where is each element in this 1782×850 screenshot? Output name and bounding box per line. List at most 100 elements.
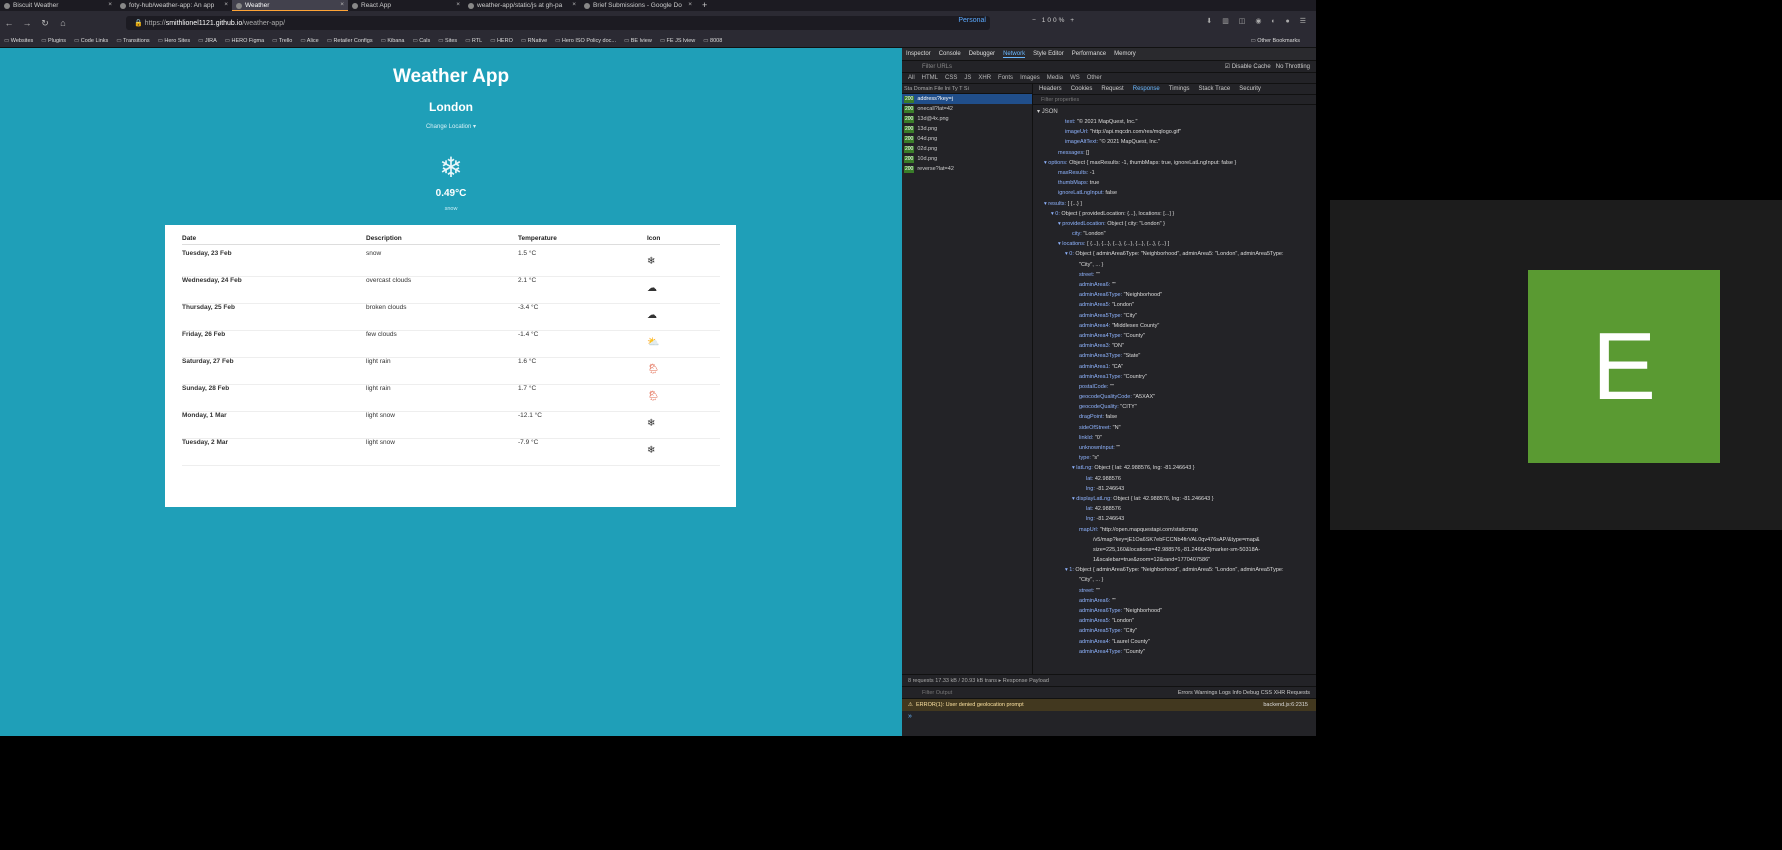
- json-line[interactable]: adminArea1: "CA": [1033, 362, 1316, 372]
- type-filter[interactable]: HTML: [922, 75, 938, 81]
- browser-tab[interactable]: Biscuit Weather ×: [0, 0, 116, 11]
- bookmark-item[interactable]: FE JS lview: [660, 38, 696, 44]
- browser-tab[interactable]: weather-app/static/js at gh-pa ×: [464, 0, 580, 11]
- response-tab[interactable]: Response: [1133, 86, 1160, 92]
- json-line[interactable]: maxResults: -1: [1033, 168, 1316, 178]
- bookmark-item[interactable]: Trello: [272, 38, 293, 44]
- request-row[interactable]: 200 address?key=j: [902, 94, 1032, 104]
- type-filter[interactable]: CSS: [945, 75, 957, 81]
- close-icon[interactable]: ×: [688, 1, 692, 8]
- json-line[interactable]: adminArea6Type: "Neighborhood": [1033, 606, 1316, 616]
- reload-icon[interactable]: ↻: [36, 18, 54, 29]
- json-line[interactable]: adminArea3: "ON": [1033, 341, 1316, 351]
- disable-cache-checkbox[interactable]: Disable Cache: [1232, 64, 1271, 70]
- json-line[interactable]: adminArea4: "Laurel County": [1033, 637, 1316, 647]
- json-line[interactable]: dragPoint: false: [1033, 412, 1316, 422]
- json-line[interactable]: adminArea4Type: "County": [1033, 331, 1316, 341]
- request-row[interactable]: 200 reverse?lat=42: [902, 164, 1032, 174]
- json-line[interactable]: /v5/map?key=jE1Oa6SK7ebFCCNb4firVAL0qv47…: [1033, 535, 1316, 545]
- devtools-tab[interactable]: Inspector: [906, 51, 931, 57]
- json-line[interactable]: city: "London": [1033, 229, 1316, 239]
- bookmark-item[interactable]: Retailer Configs: [327, 38, 372, 44]
- json-line[interactable]: "City", ... }: [1033, 575, 1316, 585]
- forward-icon[interactable]: →: [18, 18, 36, 28]
- json-line[interactable]: adminArea4: "Middlesex County": [1033, 321, 1316, 331]
- home-icon[interactable]: ⌂: [54, 18, 72, 28]
- response-tab[interactable]: Cookies: [1071, 86, 1093, 92]
- type-filter[interactable]: WS: [1070, 75, 1080, 81]
- json-line[interactable]: adminArea6Type: "Neighborhood": [1033, 290, 1316, 300]
- bookmark-item[interactable]: 8008: [703, 38, 722, 44]
- close-icon[interactable]: ×: [572, 1, 576, 8]
- json-line[interactable]: 1&scalebar=true&zoom=12&rand=1770407586": [1033, 555, 1316, 565]
- json-line[interactable]: ▾ results: [ {...} ]: [1033, 199, 1316, 209]
- type-filter[interactable]: Other: [1087, 75, 1102, 81]
- bookmark-item[interactable]: Sites: [438, 38, 457, 44]
- console-error-source[interactable]: backend.js:6:2315: [1263, 699, 1308, 711]
- json-line[interactable]: text: "© 2021 MapQuest, Inc.": [1033, 117, 1316, 127]
- json-line[interactable]: street: "": [1033, 270, 1316, 280]
- bookmark-item[interactable]: Hero Sites: [158, 38, 190, 44]
- type-filter[interactable]: JS: [964, 75, 971, 81]
- json-line[interactable]: ignoreLatLngInput: false: [1033, 188, 1316, 198]
- json-line[interactable]: postalCode: "": [1033, 382, 1316, 392]
- close-icon[interactable]: ×: [340, 1, 344, 8]
- json-line[interactable]: geocodeQuality: "CITY": [1033, 402, 1316, 412]
- change-location-select[interactable]: Change Location: [0, 123, 902, 130]
- json-line[interactable]: adminArea4Type: "County": [1033, 647, 1316, 657]
- close-icon[interactable]: ×: [456, 1, 460, 8]
- container-badge[interactable]: Personal: [958, 17, 986, 24]
- json-line[interactable]: unknownInput: "": [1033, 443, 1316, 453]
- close-icon[interactable]: ×: [108, 1, 112, 8]
- bookmark-item[interactable]: Cals: [412, 38, 430, 44]
- new-tab-button[interactable]: +: [696, 0, 713, 11]
- other-bookmarks[interactable]: Other Bookmarks: [1250, 38, 1300, 44]
- json-line[interactable]: ▾ 0: Object { providedLocation: {...}, l…: [1033, 209, 1316, 219]
- response-tab[interactable]: Stack Trace: [1199, 86, 1231, 92]
- bookmark-item[interactable]: HERO Figma: [225, 38, 264, 44]
- json-line[interactable]: ▾ displayLatLng: Object { lat: 42.988576…: [1033, 494, 1316, 504]
- json-line[interactable]: adminArea6: "": [1033, 596, 1316, 606]
- json-line[interactable]: imageAltText: "© 2021 MapQuest, Inc.": [1033, 137, 1316, 147]
- zoom-level[interactable]: − 100% +: [1032, 17, 1076, 24]
- json-line[interactable]: adminArea5: "London": [1033, 616, 1316, 626]
- type-filter[interactable]: Fonts: [998, 75, 1013, 81]
- bookmark-item[interactable]: RTL: [465, 38, 482, 44]
- browser-tab[interactable]: Weather ×: [232, 0, 348, 11]
- request-row[interactable]: 200 02d.png: [902, 144, 1032, 154]
- bookmark-item[interactable]: Transitions: [116, 38, 150, 44]
- json-line[interactable]: lat: 42.988576: [1033, 504, 1316, 514]
- type-filter[interactable]: Media: [1047, 75, 1063, 81]
- console-filter-input[interactable]: Filter Output Errors Warnings Logs Info …: [902, 687, 1316, 699]
- request-row[interactable]: 200 13d.png: [902, 124, 1032, 134]
- json-line[interactable]: type: "s": [1033, 453, 1316, 463]
- bookmark-item[interactable]: Websites: [4, 38, 34, 44]
- json-line[interactable]: ▾ 0: Object { adminArea6Type: "Neighborh…: [1033, 249, 1316, 259]
- filter-properties-input[interactable]: Filter properties: [1033, 95, 1316, 105]
- type-filter[interactable]: All: [908, 75, 915, 81]
- json-line[interactable]: lng: -81.246643: [1033, 514, 1316, 524]
- json-line[interactable]: thumbMaps: true: [1033, 178, 1316, 188]
- json-line[interactable]: ▾ latLng: Object { lat: 42.988576, lng: …: [1033, 463, 1316, 473]
- bookmark-item[interactable]: Plugins: [41, 38, 66, 44]
- bookmark-item[interactable]: RNative: [521, 38, 548, 44]
- json-line[interactable]: adminArea6: "": [1033, 280, 1316, 290]
- bookmark-item[interactable]: HERO: [490, 38, 513, 44]
- json-line[interactable]: ▾ 1: Object { adminArea6Type: "Neighborh…: [1033, 565, 1316, 575]
- response-tab[interactable]: Security: [1239, 86, 1261, 92]
- bookmark-item[interactable]: Hero ISO Policy doc...: [555, 38, 616, 44]
- bookmark-item[interactable]: Kibana: [381, 38, 404, 44]
- json-section-label[interactable]: ▾ JSON: [1033, 107, 1316, 117]
- toolbar-icons[interactable]: ⬇ ▥ ◫ ◉ ◐ ● ☰: [1206, 17, 1310, 25]
- json-line[interactable]: sideOfStreet: "N": [1033, 423, 1316, 433]
- bookmark-item[interactable]: BE lview: [624, 38, 652, 44]
- response-tab[interactable]: Request: [1101, 86, 1123, 92]
- devtools-tab[interactable]: Style Editor: [1033, 51, 1064, 57]
- json-line[interactable]: messages: []: [1033, 148, 1316, 158]
- back-icon[interactable]: ←: [0, 18, 18, 28]
- devtools-tab[interactable]: Network: [1003, 51, 1026, 58]
- type-filter[interactable]: XHR: [978, 75, 991, 81]
- json-line[interactable]: "City", ... }: [1033, 260, 1316, 270]
- url-bar[interactable]: 🔒 https://smithlionel1121.github.io/weat…: [126, 16, 990, 30]
- json-line[interactable]: ▾ locations: [ {...}, {...}, {...}, {...…: [1033, 239, 1316, 249]
